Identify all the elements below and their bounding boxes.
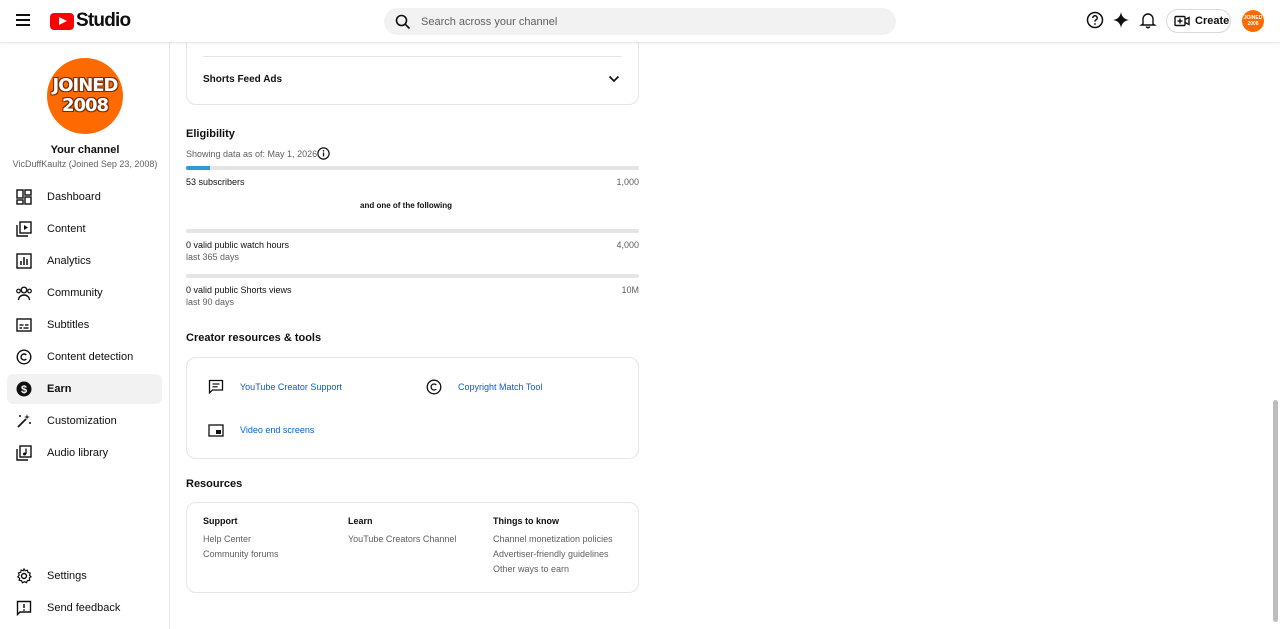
- sidebar: JOINED 2008 Your channel VicDuffKaultz (…: [0, 42, 170, 629]
- sidebar-item-label: Settings: [47, 570, 87, 582]
- notifications-bell-icon[interactable]: [1139, 11, 1157, 29]
- sidebar-item-settings[interactable]: Settings: [7, 561, 162, 591]
- sidebar-item-label: Subtitles: [47, 319, 90, 331]
- sidebar-item-content[interactable]: Content: [7, 214, 162, 244]
- audio-library-icon: [15, 444, 33, 462]
- sidebar-item-earn[interactable]: $ Earn: [7, 374, 162, 404]
- subscribers-goal: 1,000: [616, 177, 639, 187]
- channel-avatar[interactable]: JOINED 2008: [47, 58, 123, 134]
- community-icon: [15, 284, 33, 302]
- sparkle-icon[interactable]: [1112, 11, 1130, 29]
- youtube-play-icon: [50, 12, 74, 30]
- sidebar-item-label: Community: [47, 287, 103, 299]
- create-label: Create: [1195, 15, 1230, 27]
- search-icon: [395, 14, 411, 29]
- avatar-line-2: 2008: [61, 95, 109, 116]
- help-center-link[interactable]: Help Center: [203, 534, 251, 544]
- sidebar-item-label: Content detection: [47, 351, 134, 363]
- help-icon[interactable]: [1086, 11, 1104, 29]
- channel-subtitle: VicDuffKaultz (Joined Sep 23, 2008): [12, 159, 158, 169]
- creator-tools-card: YouTube Creator Support Copyright Match …: [186, 357, 639, 459]
- advertiser-guidelines-link[interactable]: Advertiser-friendly guidelines: [493, 549, 609, 559]
- studio-logo[interactable]: Studio: [50, 10, 131, 32]
- sidebar-item-customization[interactable]: Customization: [7, 406, 162, 436]
- sidebar-item-send-feedback[interactable]: Send feedback: [7, 593, 162, 623]
- account-avatar[interactable]: JOINED 2008: [1242, 10, 1264, 32]
- create-video-icon: [1174, 15, 1190, 27]
- data-as-of: Showing data as of: May 1, 2026: [186, 149, 318, 159]
- shorts-views-label: 0 valid public Shorts views: [186, 285, 292, 295]
- sidebar-item-label: Analytics: [47, 255, 92, 267]
- shorts-feed-ads-label: Shorts Feed Ads: [203, 74, 283, 85]
- gear-icon: [15, 567, 33, 585]
- shorts-views-period: last 90 days: [186, 297, 235, 307]
- end-screen-icon: [208, 424, 224, 437]
- creator-support-link[interactable]: YouTube Creator Support: [240, 382, 342, 392]
- video-end-screens-link[interactable]: Video end screens: [240, 425, 314, 435]
- copyright-match-tool-link[interactable]: Copyright Match Tool: [458, 382, 542, 392]
- channel-title: Your channel: [50, 144, 120, 156]
- shorts-feed-ads-row[interactable]: Shorts Feed Ads: [187, 57, 638, 103]
- shorts-views-progress-bar: [186, 274, 639, 278]
- support-heading: Support: [203, 516, 238, 526]
- sidebar-item-dashboard[interactable]: Dashboard: [7, 182, 162, 212]
- creators-channel-link[interactable]: YouTube Creators Channel: [348, 534, 456, 544]
- top-bar: Studio Create JOINED 2008: [0, 0, 1280, 42]
- avatar-line-1: JOINED: [52, 75, 119, 96]
- sidebar-item-subtitles[interactable]: Subtitles: [7, 310, 162, 340]
- shorts-views-goal: 10M: [621, 285, 639, 295]
- create-button[interactable]: Create: [1166, 9, 1231, 33]
- watch-hours-label: 0 valid public watch hours: [186, 240, 290, 250]
- and-one-of-following: and one of the following: [360, 201, 452, 210]
- magic-wand-icon: [15, 412, 33, 430]
- eligibility-title: Eligibility: [186, 128, 235, 140]
- things-to-know-heading: Things to know: [493, 516, 559, 526]
- sidebar-item-label: Dashboard: [47, 191, 101, 203]
- dashboard-icon: [15, 188, 33, 206]
- sidebar-item-label: Customization: [47, 415, 117, 427]
- search-input[interactable]: [421, 15, 861, 28]
- sidebar-item-label: Earn: [47, 383, 72, 395]
- creator-tools-title: Creator resources & tools: [186, 332, 322, 344]
- copyright-icon: [426, 379, 442, 395]
- svg-text:$: $: [21, 384, 27, 396]
- watch-hours-period: last 365 days: [186, 252, 240, 262]
- page-scrollbar[interactable]: [1273, 400, 1278, 622]
- other-ways-to-earn-link[interactable]: Other ways to earn: [493, 564, 569, 574]
- subscribers-progress-bar: [186, 166, 639, 170]
- resources-title: Resources: [186, 478, 243, 490]
- sidebar-item-label: Send feedback: [47, 602, 121, 614]
- hamburger-menu-icon[interactable]: [14, 11, 36, 31]
- sidebar-item-content-detection[interactable]: Content detection: [7, 342, 162, 372]
- community-forums-link[interactable]: Community forums: [203, 549, 279, 559]
- chat-support-icon: [208, 379, 224, 394]
- dollar-icon: $: [15, 380, 33, 398]
- sidebar-item-label: Audio library: [47, 447, 109, 459]
- resources-card: Support Help Center Community forums Lea…: [186, 502, 639, 593]
- feedback-icon: [15, 599, 33, 617]
- watch-hours-progress-bar: [186, 229, 639, 233]
- analytics-icon: [15, 252, 33, 270]
- subtitles-icon: [15, 316, 33, 334]
- content-icon: [15, 220, 33, 238]
- monetization-policies-link[interactable]: Channel monetization policies: [493, 534, 613, 544]
- sidebar-item-label: Content: [47, 223, 86, 235]
- logo-text: Studio: [76, 10, 131, 31]
- copyright-icon: [15, 348, 33, 366]
- sidebar-item-community[interactable]: Community: [7, 278, 162, 308]
- subscribers-progress-fill: [186, 166, 210, 170]
- sidebar-item-analytics[interactable]: Analytics: [7, 246, 162, 276]
- search-bar[interactable]: [384, 8, 896, 35]
- chevron-down-icon: [608, 75, 620, 83]
- sidebar-item-audio-library[interactable]: Audio library: [7, 438, 162, 468]
- watch-hours-goal: 4,000: [616, 240, 639, 250]
- subscribers-label: 53 subscribers: [186, 177, 245, 187]
- info-icon[interactable]: [317, 147, 330, 160]
- learn-heading: Learn: [348, 516, 373, 526]
